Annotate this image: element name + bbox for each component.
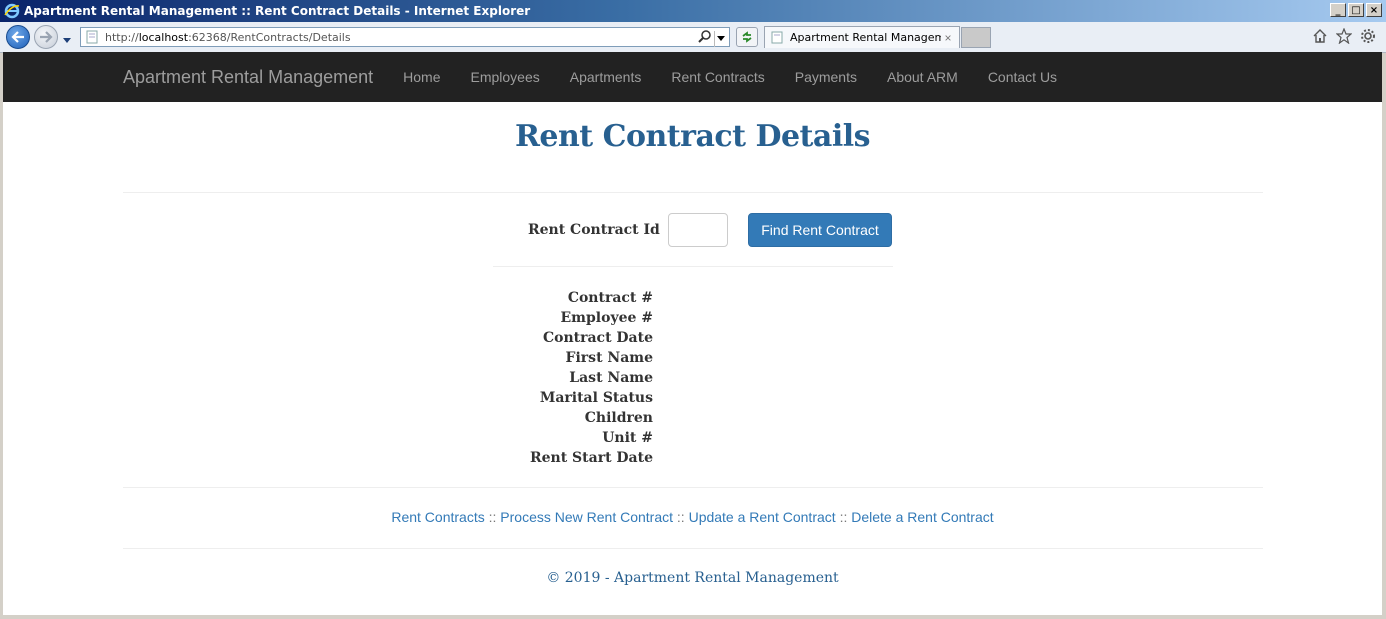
address-bar[interactable]: http://localhost:62368/RentContracts/Det…	[80, 27, 730, 47]
find-contract-form: Rent Contract Id Find Rent Contract	[3, 213, 1382, 247]
detail-label-children: Children	[584, 410, 653, 426]
detail-label-marital-status: Marital Status	[539, 390, 653, 406]
nav-link-payments[interactable]: Payments	[795, 69, 857, 85]
divider-form	[493, 266, 893, 267]
nav-link-rent-contracts[interactable]: Rent Contracts	[671, 69, 764, 85]
navbar-brand[interactable]: Apartment Rental Management	[123, 67, 373, 88]
footer-links: Rent Contracts :: Process New Rent Contr…	[3, 509, 1382, 525]
detail-label-unit-number: Unit #	[602, 430, 653, 446]
ie-logo-icon	[4, 3, 20, 19]
forward-arrow-icon	[40, 31, 53, 43]
history-dropdown-icon[interactable]	[62, 32, 72, 50]
link-separator: ::	[488, 509, 497, 525]
gear-icon[interactable]	[1360, 28, 1376, 44]
detail-label-employee-number: Employee #	[560, 310, 653, 326]
browser-tab[interactable]: Apartment Rental Managem... ×	[764, 26, 960, 48]
url-prefix: http://	[105, 30, 139, 44]
refresh-icon	[742, 31, 752, 43]
maximize-button[interactable]: □	[1348, 3, 1364, 17]
close-window-button[interactable]: ×	[1366, 3, 1382, 17]
back-arrow-icon	[11, 31, 24, 43]
tab-close-icon[interactable]: ×	[941, 31, 955, 45]
nav-link-about-arm[interactable]: About ARM	[887, 69, 958, 85]
refresh-button[interactable]	[736, 27, 758, 47]
contract-details: Contract # Employee # Contract Date Firs…	[3, 288, 1382, 468]
divider-footer	[123, 548, 1263, 549]
divider-details	[123, 487, 1263, 488]
copyright-text: © 2019 - Apartment Rental Management	[546, 570, 839, 586]
detail-label-first-name: First Name	[565, 350, 653, 366]
favorites-star-icon[interactable]	[1336, 28, 1352, 44]
rent-contract-id-label: Rent Contract Id	[528, 222, 660, 238]
new-tab-button[interactable]	[961, 27, 991, 48]
nav-link-employees[interactable]: Employees	[471, 69, 540, 85]
link-separator: ::	[676, 509, 685, 525]
main-content: Rent Contract Details Rent Contract Id F…	[3, 119, 1382, 586]
link-process-new-rent-contract[interactable]: Process New Rent Contract	[500, 509, 673, 525]
url-path: :62368/RentContracts/Details	[188, 30, 351, 44]
link-rent-contracts[interactable]: Rent Contracts	[391, 509, 484, 525]
page-title: Rent Contract Details	[514, 119, 871, 154]
find-rent-contract-button[interactable]: Find Rent Contract	[748, 213, 892, 247]
detail-label-contract-date: Contract Date	[542, 330, 653, 346]
link-delete-rent-contract[interactable]: Delete a Rent Contract	[851, 509, 993, 525]
divider-top	[123, 192, 1263, 193]
window-titlebar: Apartment Rental Management :: Rent Cont…	[0, 0, 1386, 22]
browser-toolbar: http://localhost:62368/RentContracts/Det…	[0, 22, 1386, 53]
address-url[interactable]: http://localhost:62368/RentContracts/Det…	[105, 31, 351, 44]
tab-title: Apartment Rental Managem...	[790, 31, 941, 44]
rent-contract-id-input[interactable]	[668, 213, 728, 247]
detail-label-contract-number: Contract #	[567, 290, 653, 306]
nav-link-home[interactable]: Home	[403, 69, 440, 85]
search-icon[interactable]	[698, 29, 712, 48]
link-update-rent-contract[interactable]: Update a Rent Contract	[689, 509, 836, 525]
forward-button[interactable]	[34, 25, 58, 49]
detail-label-last-name: Last Name	[569, 370, 653, 386]
window-title: Apartment Rental Management :: Rent Cont…	[24, 4, 531, 18]
link-separator: ::	[839, 509, 848, 525]
site-navbar: Apartment Rental Management Home Employe…	[3, 52, 1382, 102]
back-button[interactable]	[6, 25, 30, 49]
minimize-button[interactable]: _	[1330, 3, 1346, 17]
address-dropdown-icon[interactable]	[714, 30, 727, 47]
nav-link-apartments[interactable]: Apartments	[570, 69, 642, 85]
tab-page-icon	[771, 31, 784, 44]
detail-label-rent-start-date: Rent Start Date	[529, 450, 653, 466]
nav-link-contact-us[interactable]: Contact Us	[988, 69, 1057, 85]
page-viewport: Apartment Rental Management Home Employe…	[3, 52, 1382, 615]
home-icon[interactable]	[1312, 28, 1328, 44]
page-icon	[85, 30, 99, 44]
url-host: localhost	[138, 30, 189, 44]
